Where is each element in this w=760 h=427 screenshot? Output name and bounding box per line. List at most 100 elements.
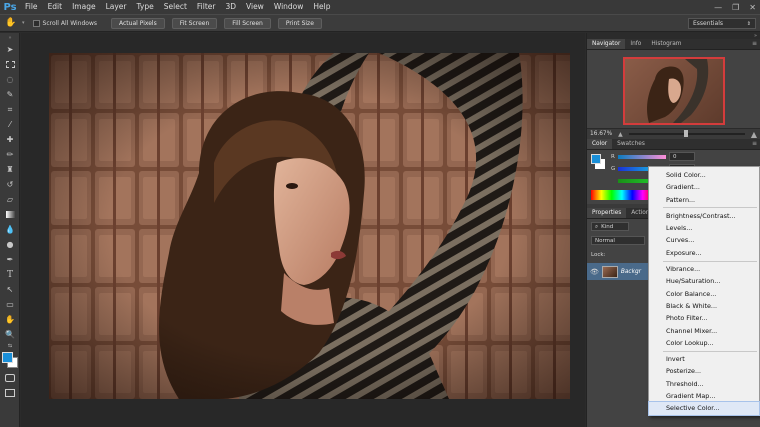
- document-photo[interactable]: [49, 53, 570, 399]
- menu-edit[interactable]: Edit: [43, 0, 68, 14]
- tab-color[interactable]: Color: [587, 139, 613, 149]
- options-bar: ✋ ▾ Scroll All Windows Actual Pixels Fit…: [0, 14, 760, 32]
- menu-gradient-map[interactable]: Gradient Map...: [649, 390, 759, 402]
- chevron-down-icon: ⇕: [746, 20, 751, 27]
- zoom-out-icon[interactable]: ▲: [618, 131, 623, 138]
- tab-swatches[interactable]: Swatches: [612, 139, 650, 149]
- navigator-zoom-bar: 16.67% ▲ ▲: [587, 128, 760, 139]
- menu-levels[interactable]: Levels...: [649, 222, 759, 234]
- menu-file[interactable]: File: [20, 0, 43, 14]
- menu-black-white[interactable]: Black & White...: [649, 300, 759, 312]
- window-controls: — ❐ ✕: [714, 0, 756, 14]
- restore-icon[interactable]: ❐: [732, 3, 739, 12]
- close-icon[interactable]: ✕: [749, 3, 756, 12]
- navigator-tabs: Navigator Info Histogram ≡: [587, 39, 760, 50]
- pen-tool-icon[interactable]: ✒: [0, 252, 20, 267]
- tab-histogram[interactable]: Histogram: [646, 39, 686, 49]
- zoom-slider[interactable]: [628, 130, 745, 137]
- lasso-tool-icon[interactable]: ◌: [0, 72, 20, 87]
- brush-tool-icon[interactable]: ✏: [0, 147, 20, 162]
- navigator-zoom-value[interactable]: 16.67%: [590, 131, 612, 137]
- actual-pixels-button[interactable]: Actual Pixels: [111, 17, 165, 29]
- menu-color-lookup[interactable]: Color Lookup...: [649, 337, 759, 349]
- tab-info[interactable]: Info: [625, 39, 646, 49]
- shape-tool-icon[interactable]: ▭: [0, 297, 20, 312]
- navigator-thumbnail[interactable]: [623, 57, 725, 125]
- filter-kind-select[interactable]: ⌕ Kind: [591, 222, 629, 231]
- menu-hue-saturation[interactable]: Hue/Saturation...: [649, 275, 759, 287]
- menu-posterize[interactable]: Posterize...: [649, 365, 759, 377]
- menu-photo-filter[interactable]: Photo Filter...: [649, 312, 759, 324]
- menu-filter[interactable]: Filter: [192, 0, 221, 14]
- workspace-select[interactable]: Essentials ⇕: [688, 18, 756, 29]
- menu-invert[interactable]: Invert: [649, 353, 759, 365]
- marquee-tool-icon[interactable]: [0, 57, 20, 72]
- zoom-in-icon[interactable]: ▲: [751, 130, 757, 139]
- move-tool-icon[interactable]: ➤: [0, 42, 20, 57]
- menu-exposure[interactable]: Exposure...: [649, 247, 759, 259]
- panel-menu-icon[interactable]: ≡: [752, 139, 757, 149]
- menu-help[interactable]: Help: [308, 0, 335, 14]
- menu-vibrance[interactable]: Vibrance...: [649, 263, 759, 275]
- type-tool-icon[interactable]: T: [0, 267, 20, 282]
- menu-select[interactable]: Select: [159, 0, 192, 14]
- fit-screen-button[interactable]: Fit Screen: [171, 17, 218, 29]
- menu-type[interactable]: Type: [132, 0, 159, 14]
- menu-color-balance[interactable]: Color Balance...: [649, 288, 759, 300]
- menu-curves[interactable]: Curves...: [649, 234, 759, 246]
- blur-tool-icon[interactable]: 💧: [0, 222, 20, 237]
- crop-tool-icon[interactable]: ⌗: [0, 102, 20, 117]
- path-selection-tool-icon[interactable]: ↖: [0, 282, 20, 297]
- blend-mode-select[interactable]: Normal: [591, 236, 645, 245]
- tool-preset-chevron-icon[interactable]: ▾: [22, 20, 25, 26]
- eyedropper-tool-icon[interactable]: ⁄: [0, 117, 20, 132]
- eraser-tool-icon[interactable]: ▱: [0, 192, 20, 207]
- menu-layer[interactable]: Layer: [101, 0, 132, 14]
- quick-mask-icon[interactable]: [0, 370, 20, 385]
- visibility-eye-icon[interactable]: 👁: [590, 268, 599, 276]
- menu-selective-color[interactable]: Selective Color...: [648, 401, 760, 416]
- fill-screen-button[interactable]: Fill Screen: [224, 17, 271, 29]
- menu-gradient[interactable]: Gradient...: [649, 181, 759, 193]
- collapse-toolbox-icon[interactable]: »: [0, 33, 20, 42]
- menu-channel-mixer[interactable]: Channel Mixer...: [649, 325, 759, 337]
- default-colors-icon[interactable]: ⇆: [0, 342, 20, 350]
- color-fg-swatch[interactable]: [591, 154, 601, 164]
- hand-tool-icon[interactable]: ✋: [0, 312, 20, 327]
- screen-mode-icon[interactable]: [0, 385, 20, 400]
- print-size-button[interactable]: Print Size: [277, 17, 322, 29]
- menu-pattern[interactable]: Pattern...: [649, 194, 759, 206]
- layer-name[interactable]: Backgr: [621, 269, 641, 275]
- tab-navigator[interactable]: Navigator: [587, 39, 626, 49]
- healing-brush-tool-icon[interactable]: ✚: [0, 132, 20, 147]
- gradient-tool-icon[interactable]: [0, 207, 20, 222]
- history-brush-tool-icon[interactable]: ↺: [0, 177, 20, 192]
- dodge-tool-icon[interactable]: ●: [0, 237, 20, 252]
- minimize-icon[interactable]: —: [714, 3, 722, 12]
- navigator-preview-image: [647, 59, 709, 123]
- menu-window[interactable]: Window: [269, 0, 309, 14]
- menu-image[interactable]: Image: [67, 0, 101, 14]
- tab-properties[interactable]: Properties: [587, 208, 627, 218]
- menu-bar: Ps File Edit Image Layer Type Select Fil…: [0, 0, 760, 14]
- color-swatches[interactable]: [0, 350, 20, 370]
- r-slider[interactable]: [618, 155, 666, 159]
- quick-selection-tool-icon[interactable]: ✎: [0, 87, 20, 102]
- layer-thumbnail: [601, 265, 618, 278]
- foreground-color[interactable]: [2, 352, 13, 363]
- menu-threshold[interactable]: Threshold...: [649, 378, 759, 390]
- menu-solid-color[interactable]: Solid Color...: [649, 169, 759, 181]
- color-tabs: Color Swatches ≡: [587, 139, 760, 150]
- menu-brightness-contrast[interactable]: Brightness/Contrast...: [649, 210, 759, 222]
- hand-tool-icon[interactable]: ✋: [0, 18, 22, 28]
- document-canvas-area[interactable]: [21, 33, 585, 427]
- zoom-tool-icon[interactable]: 🔍: [0, 327, 20, 342]
- menu-3d[interactable]: 3D: [220, 0, 241, 14]
- r-value[interactable]: 0: [669, 152, 695, 161]
- clone-stamp-tool-icon[interactable]: ♜: [0, 162, 20, 177]
- color-spectrum[interactable]: [591, 190, 653, 200]
- scroll-all-windows-checkbox[interactable]: [32, 19, 40, 27]
- menu-view[interactable]: View: [241, 0, 269, 14]
- panel-menu-icon[interactable]: ≡: [752, 39, 757, 49]
- layer-row[interactable]: 👁 Backgr: [587, 263, 649, 280]
